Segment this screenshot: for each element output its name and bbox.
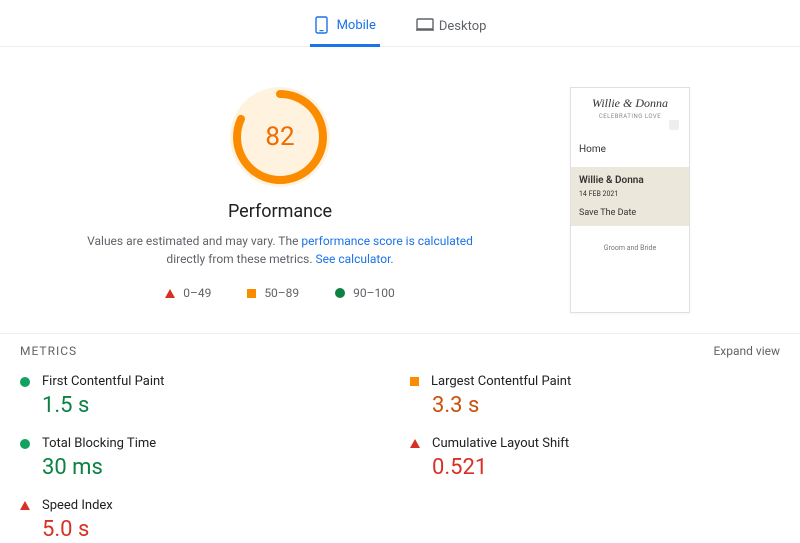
triangle-red-icon [165, 289, 175, 298]
metrics-header: METRICS Expand view [0, 333, 800, 364]
triangle-red-icon [410, 439, 420, 448]
score-legend: 0–49 50–89 90–100 [165, 286, 395, 300]
metric-lcp: Largest Contentful Paint 3.3 s [410, 370, 780, 418]
metric-cls: Cumulative Layout Shift 0.521 [410, 432, 780, 480]
preview-nav: Home [571, 136, 689, 163]
expand-view-button[interactable]: Expand view [713, 344, 780, 358]
score-column: 82 Performance Values are estimated and … [20, 87, 540, 313]
metrics-title: METRICS [20, 344, 77, 358]
score-calc-link[interactable]: performance score is calculated [301, 234, 472, 248]
mobile-icon [314, 16, 329, 34]
metric-si-value: 5.0 s [42, 517, 390, 542]
metrics-grid: First Contentful Paint 1.5 s Largest Con… [0, 364, 800, 542]
square-orange-icon [247, 289, 256, 298]
see-calculator-link[interactable]: See calculator. [316, 252, 394, 266]
preview-footer: Groom and Bride [571, 244, 689, 252]
metric-fcp: First Contentful Paint 1.5 s [20, 370, 390, 418]
menu-icon [669, 120, 679, 130]
metric-tbt-label: Total Blocking Time [42, 436, 156, 451]
preview-card-sub: Save The Date [579, 208, 681, 218]
legend-poor-label: 0–49 [183, 286, 211, 300]
metric-tbt: Total Blocking Time 30 ms [20, 432, 390, 480]
metric-si-label: Speed Index [42, 498, 113, 513]
score-title: Performance [228, 201, 332, 222]
legend-good: 90–100 [335, 286, 395, 300]
preview-card-title: Willie & Donna [579, 175, 681, 186]
desc-mid: directly from these metrics. [166, 252, 315, 266]
preview-card-date: 14 FEB 2021 [579, 190, 681, 198]
circle-green-icon [20, 377, 30, 387]
metric-fcp-value: 1.5 s [42, 393, 390, 418]
desktop-icon [416, 17, 431, 35]
triangle-red-icon [20, 501, 30, 510]
tab-mobile[interactable]: Mobile [310, 10, 380, 47]
tab-desktop[interactable]: Desktop [412, 10, 491, 46]
site-preview: Willie & Donna CELEBRATING LOVE Home Wil… [570, 87, 690, 313]
legend-poor: 0–49 [165, 286, 211, 300]
metric-cls-value: 0.521 [432, 455, 780, 480]
metric-cls-label: Cumulative Layout Shift [432, 436, 569, 451]
desc-pre: Values are estimated and may vary. The [87, 234, 301, 248]
square-orange-icon [410, 377, 419, 386]
device-tabs: Mobile Desktop [0, 0, 800, 47]
score-gauge: 82 [230, 87, 330, 187]
legend-good-label: 90–100 [353, 286, 395, 300]
hero-section: 82 Performance Values are estimated and … [0, 47, 800, 333]
circle-green-icon [335, 288, 345, 298]
metric-tbt-value: 30 ms [42, 455, 390, 480]
preview-hero-card: Willie & Donna 14 FEB 2021 Save The Date [571, 167, 689, 226]
metric-lcp-value: 3.3 s [432, 393, 780, 418]
score-description: Values are estimated and may vary. The p… [70, 232, 490, 268]
metric-lcp-label: Largest Contentful Paint [431, 374, 571, 389]
preview-tagline: CELEBRATING LOVE [575, 113, 685, 120]
tab-desktop-label: Desktop [439, 19, 487, 34]
circle-green-icon [20, 439, 30, 449]
legend-avg: 50–89 [247, 286, 299, 300]
preview-brand: Willie & Donna [575, 96, 685, 111]
metric-fcp-label: First Contentful Paint [42, 374, 164, 389]
metric-si: Speed Index 5.0 s [20, 494, 390, 542]
tab-mobile-label: Mobile [337, 18, 376, 33]
legend-avg-label: 50–89 [264, 286, 299, 300]
score-value: 82 [265, 122, 294, 152]
